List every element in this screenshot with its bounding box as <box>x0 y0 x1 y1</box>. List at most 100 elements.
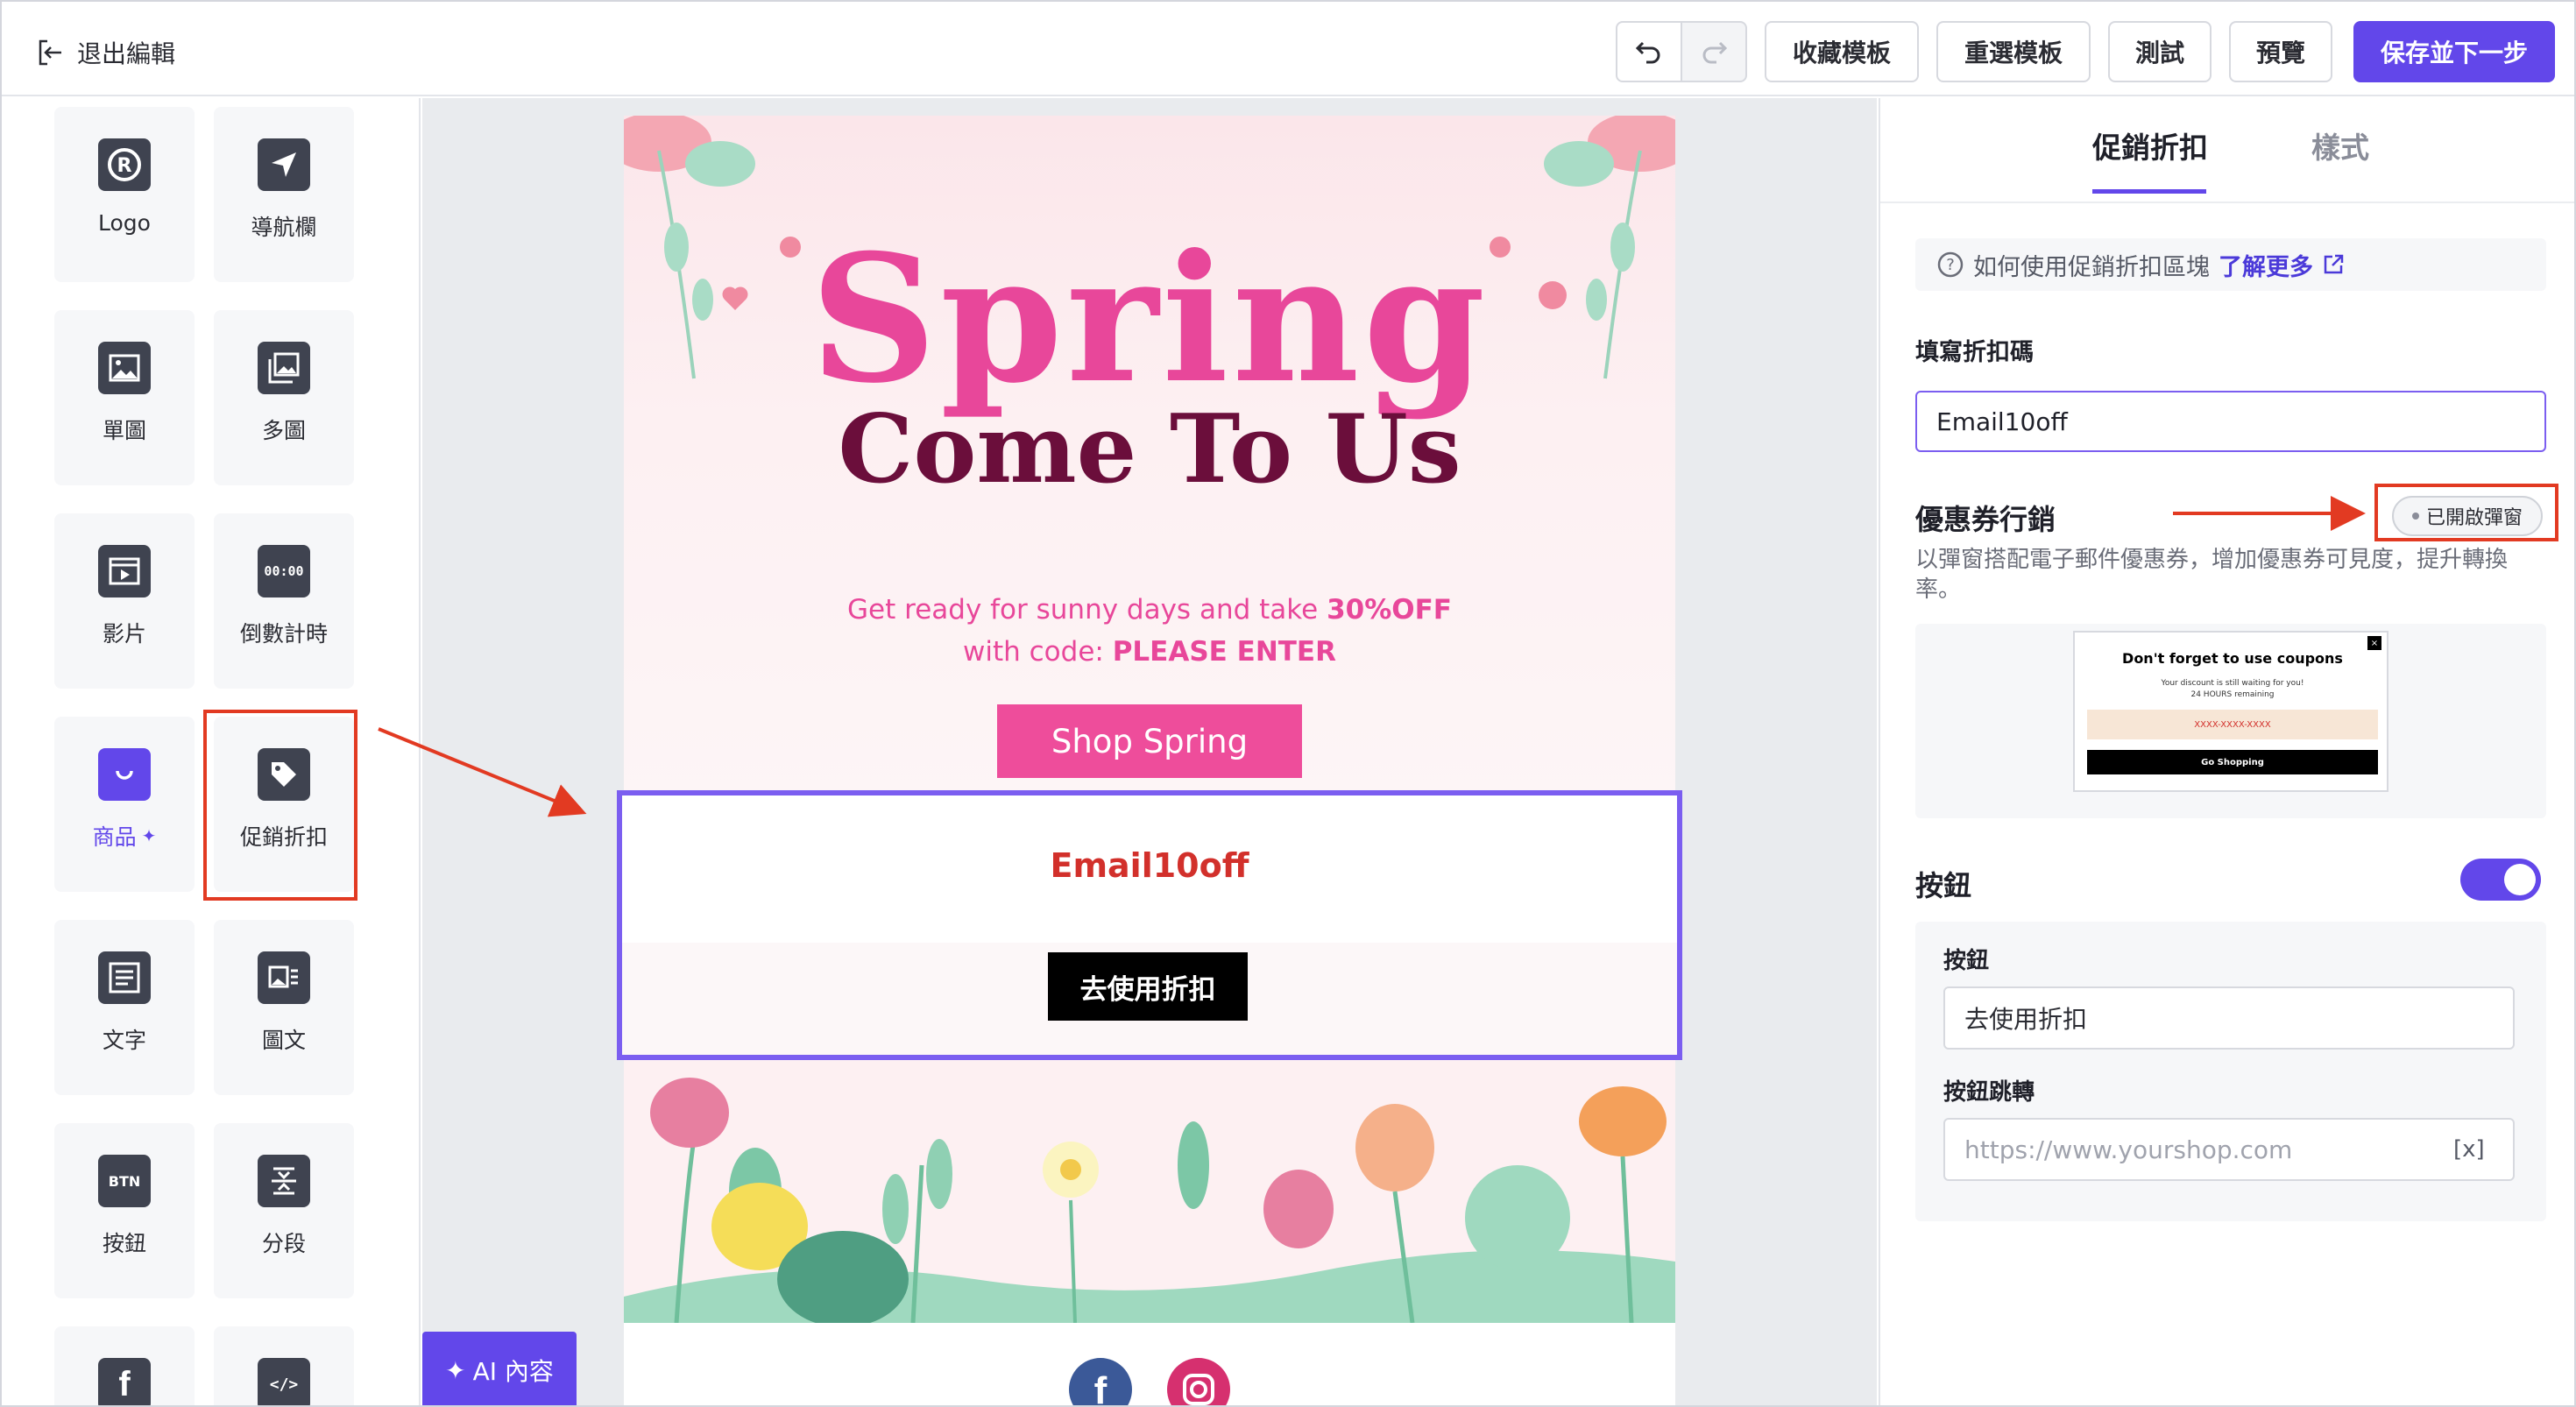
svg-text:?: ? <box>1946 256 1955 274</box>
help-icon: ? <box>1937 251 1964 278</box>
block-multi-image[interactable]: 多圖 <box>214 310 354 485</box>
exit-edit-label: 退出編輯 <box>77 39 176 68</box>
highlight-box <box>2374 484 2558 541</box>
block-label: Logo <box>98 210 151 236</box>
hero-title-come: Come To Us <box>838 394 1461 505</box>
undo-icon <box>1635 41 1660 64</box>
preview-go-shopping: Go Shopping <box>2087 750 2378 774</box>
save-template-button[interactable]: 收藏模板 <box>1765 21 1919 82</box>
block-promo-discount[interactable]: 促銷折扣 <box>214 717 354 892</box>
block-navigation[interactable]: 導航欄 <box>214 107 354 282</box>
divider-icon <box>258 1155 310 1207</box>
tag-icon <box>258 748 310 801</box>
top-toolbar: 退出編輯 收藏模板 重選模板 測試 預覽 保存並下一步 <box>2 2 2574 96</box>
text-icon <box>98 951 151 1004</box>
promo-prefix: Get ready for sunny days and take <box>847 594 1319 626</box>
block-divider[interactable]: 分段 <box>214 1123 354 1298</box>
variable-icon[interactable]: [x] <box>2453 1136 2485 1163</box>
block-library: R Logo 導航欄 單圖 多圖 影片 00:00 倒數計時 商品 ✦ 促銷折扣… <box>2 98 421 1405</box>
image-icon <box>98 342 151 394</box>
external-link-icon[interactable] <box>2322 253 2345 276</box>
settings-panel: 促銷折扣 樣式 ? 如何使用促銷折扣區塊 了解更多 填寫折扣碼 Email10o… <box>1879 98 2574 1405</box>
help-text: 如何使用促銷折扣區塊 <box>1973 253 2210 281</box>
undo-button[interactable] <box>1616 21 1682 82</box>
tab-promo-discount[interactable]: 促銷折扣 <box>2092 124 2208 166</box>
block-image-text[interactable]: 圖文 <box>214 920 354 1095</box>
logo-icon: R <box>98 138 151 191</box>
editor-window: 退出編輯 收藏模板 重選模板 測試 預覽 保存並下一步 R Logo 導航欄 單… <box>0 0 2576 1407</box>
button-redirect-input[interactable]: https://www.yourshop.com [x] <box>1943 1118 2515 1181</box>
promo-code-prefix: with code: <box>963 636 1104 668</box>
flowers-illustration <box>624 1078 1675 1327</box>
block-label: 文字 <box>102 1028 146 1053</box>
exit-edit-button[interactable]: 退出編輯 <box>37 30 175 75</box>
svg-text:R: R <box>117 155 132 177</box>
popup-preview: × Don't forget to use coupons Your disco… <box>2073 631 2388 792</box>
test-button[interactable]: 測試 <box>2108 21 2212 82</box>
button-text-label: 按鈕 <box>1943 948 1990 974</box>
block-label: 單圖 <box>102 418 146 443</box>
redo-icon <box>1702 41 1728 64</box>
save-next-button[interactable]: 保存並下一步 <box>2353 21 2555 82</box>
video-icon <box>98 545 151 597</box>
instagram-icon[interactable] <box>1167 1358 1230 1407</box>
facebook-icon: f <box>98 1358 151 1405</box>
block-label: 商品 <box>92 824 137 850</box>
button-settings-card: 按鈕 去使用折扣 按鈕跳轉 https://www.yourshop.com [… <box>1915 922 2546 1221</box>
block-video[interactable]: 影片 <box>54 513 195 689</box>
block-label: 多圖 <box>261 418 306 443</box>
images-icon <box>258 342 310 394</box>
block-product[interactable]: 商品 ✦ <box>54 717 195 892</box>
tab-style[interactable]: 樣式 <box>2311 124 2369 166</box>
sparkle-icon: ✦ <box>445 1355 466 1385</box>
exit-icon <box>39 39 61 66</box>
sparkle-icon: ✦ <box>141 825 157 846</box>
discount-code-input[interactable]: Email10off <box>1915 391 2546 452</box>
code-field-label: 填寫折扣碼 <box>1915 339 2034 366</box>
block-label: 圖文 <box>261 1028 306 1053</box>
floral-footer-image[interactable] <box>624 1060 1675 1327</box>
coupon-marketing-title: 優惠券行銷 <box>1915 503 2056 536</box>
use-discount-button[interactable]: 去使用折扣 <box>1048 952 1248 1021</box>
block-button[interactable]: BTN 按鈕 <box>54 1123 195 1298</box>
ai-content-button[interactable]: ✦ AI 內容 <box>422 1332 577 1405</box>
countdown-icon-text: 00:00 <box>264 563 304 579</box>
block-label: 影片 <box>102 621 146 647</box>
button-toggle[interactable] <box>2460 859 2541 901</box>
hero-title-spring: Spring <box>810 216 1490 422</box>
coupon-description: 以彈窗搭配電子郵件優惠券，增加優惠券可見度，提升轉換率。 <box>1915 547 2509 603</box>
coupon-code-text: Email10off <box>1050 846 1249 885</box>
tab-divider <box>1880 202 2574 203</box>
code-icon: </> <box>258 1358 310 1405</box>
block-html[interactable]: </> <box>214 1326 354 1405</box>
block-countdown[interactable]: 00:00 倒數計時 <box>214 513 354 689</box>
button-text-input[interactable]: 去使用折扣 <box>1943 986 2515 1050</box>
promo-discount-block[interactable]: Email10off 去使用折扣 <box>617 790 1682 1060</box>
ai-content-label: AI 內容 <box>472 1357 554 1386</box>
facebook-icon[interactable]: f <box>1069 1358 1132 1407</box>
block-single-image[interactable]: 單圖 <box>54 310 195 485</box>
svg-text:f: f <box>1094 1369 1108 1407</box>
image-text-icon <box>258 951 310 1004</box>
redirect-placeholder: https://www.yourshop.com <box>1964 1135 2293 1164</box>
shop-spring-button[interactable]: Shop Spring <box>997 704 1302 778</box>
toggle-knob <box>2504 864 2536 895</box>
block-text[interactable]: 文字 <box>54 920 195 1095</box>
coupon-button-row: 去使用折扣 <box>622 943 1677 1055</box>
button-icon: BTN <box>98 1155 151 1207</box>
preview-subtitle-line: 24 HOURS remaining <box>2190 690 2275 699</box>
hero-section[interactable]: Spring Come To Us Get ready for sunny da… <box>624 116 1675 799</box>
popup-preview-area: × Don't forget to use coupons Your disco… <box>1915 624 2546 818</box>
preview-button[interactable]: 預覽 <box>2229 21 2332 82</box>
learn-more-link[interactable]: 了解更多 <box>2219 248 2313 282</box>
preview-subtitle-line: Your discount is still waiting for you! <box>2161 679 2304 688</box>
preview-subtitle: Your discount is still waiting for you! … <box>2075 678 2390 701</box>
block-logo[interactable]: R Logo <box>54 107 195 282</box>
block-social[interactable]: f <box>54 1326 195 1405</box>
redo-button[interactable] <box>1681 21 1747 82</box>
reselect-template-button[interactable]: 重選模板 <box>1936 21 2091 82</box>
block-label: 倒數計時 <box>239 621 328 647</box>
block-label: 按鈕 <box>102 1231 146 1256</box>
button-redirect-label: 按鈕跳轉 <box>1943 1079 2035 1106</box>
preview-code: XXXX-XXXX-XXXX <box>2087 710 2378 739</box>
